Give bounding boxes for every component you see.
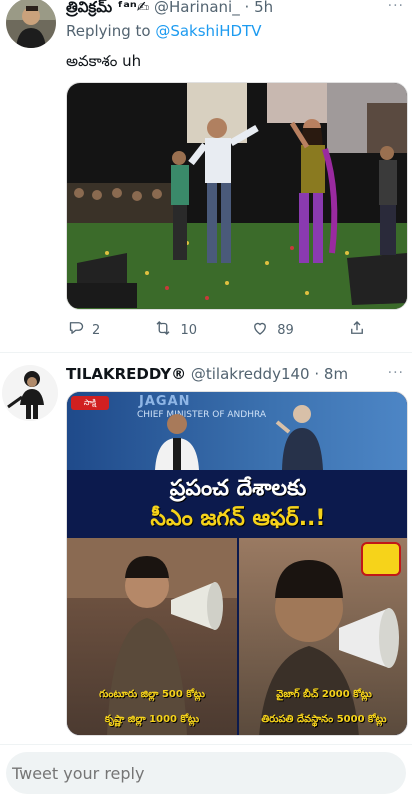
left-panel-photo: గుంటూరు జిల్లా 500 కోట్లు కృష్ణా జిల్లా … [67,538,237,735]
user-handle[interactable]: @Harinani_ [154,0,240,16]
caption-left-1: గుంటూరు జిల్లా 500 కోట్లు [99,689,205,700]
replying-to-label: Replying to [66,22,156,40]
reply-icon [66,319,84,341]
tweet-header: TILAKREDDY® @tilakreddy140 · 8m [66,365,400,383]
caption-left-2: కృష్ణా జిల్లా 1000 కోట్లు [104,714,200,725]
stage-dance-photo [67,83,407,309]
man-with-megaphone-left [67,538,237,735]
channel-badge [361,542,401,576]
share-icon [348,319,366,341]
press-conference-photo: JAGAN CHIEF MINISTER OF ANDHRA సాక్షి [67,392,407,470]
tweet-reply-input[interactable] [6,752,406,794]
avatar[interactable] [2,365,58,421]
tweet-1[interactable]: త్రివిక్రమ్ ᶠᵃⁿ✍ @Harinani_ · 5h ··· Rep… [0,0,412,350]
tweet-photo[interactable]: JAGAN CHIEF MINISTER OF ANDHRA సాక్షి ప్… [66,391,408,736]
separator-dot: · [314,365,320,383]
sakshi-logo-text: సాక్షి [83,398,97,407]
tweet-text: అవకాశం uh [66,52,142,70]
reply-count: 2 [92,322,101,338]
retweet-count: 10 [180,322,198,338]
timestamp[interactable]: 8m [324,365,348,383]
reply-composer [0,744,412,800]
retweet-button[interactable]: 10 [154,319,197,341]
display-name[interactable]: త్రివిక్రమ్ ᶠᵃⁿ✍ [66,0,149,16]
tweet-actions: 2 10 89 [66,320,366,340]
press-figures [155,405,323,470]
caption-right-2: తిరుపతి దేవస్థానం 5000 కోట్లు [261,714,387,725]
retweet-icon [154,319,172,341]
tweet-photo[interactable] [66,82,408,310]
headline-banner: ప్రపంచ దేశాలకు సీఎం జగన్ ఆఫర్..! [67,470,407,538]
replying-to-handle[interactable]: @SakshiHDTV [155,22,261,40]
tweet-header: త్రివిక్రమ్ ᶠᵃⁿ✍ @Harinani_ · 5h [66,0,400,20]
timestamp[interactable]: 5h [254,0,273,16]
display-name[interactable]: TILAKREDDY® [66,365,186,383]
user-handle[interactable]: @tilakreddy140 [191,365,310,383]
caption-right-1: వైజాగ్ బీచ్ 2000 కోట్లు [276,689,372,700]
replying-to: Replying to @SakshiHDTV [66,22,262,40]
reply-button[interactable]: 2 [66,319,100,341]
sakshi-logo: సాక్షి [71,396,109,410]
more-options-icon[interactable]: ··· [388,0,404,14]
avatar[interactable] [6,0,56,48]
tweet-2[interactable]: TILAKREDDY® @tilakreddy140 · 8m ··· JAGA… [0,353,412,743]
like-count: 89 [277,322,294,338]
separator-dot: · [244,0,250,16]
share-button[interactable] [348,319,366,341]
heart-icon [251,319,269,341]
headline-line-2: సీఎం జగన్ ఆఫర్..! [150,506,326,531]
more-options-icon[interactable]: ··· [388,365,404,381]
like-button[interactable]: 89 [251,319,294,341]
headline-line-1: ప్రపంచ దేశాలకు [169,476,307,501]
